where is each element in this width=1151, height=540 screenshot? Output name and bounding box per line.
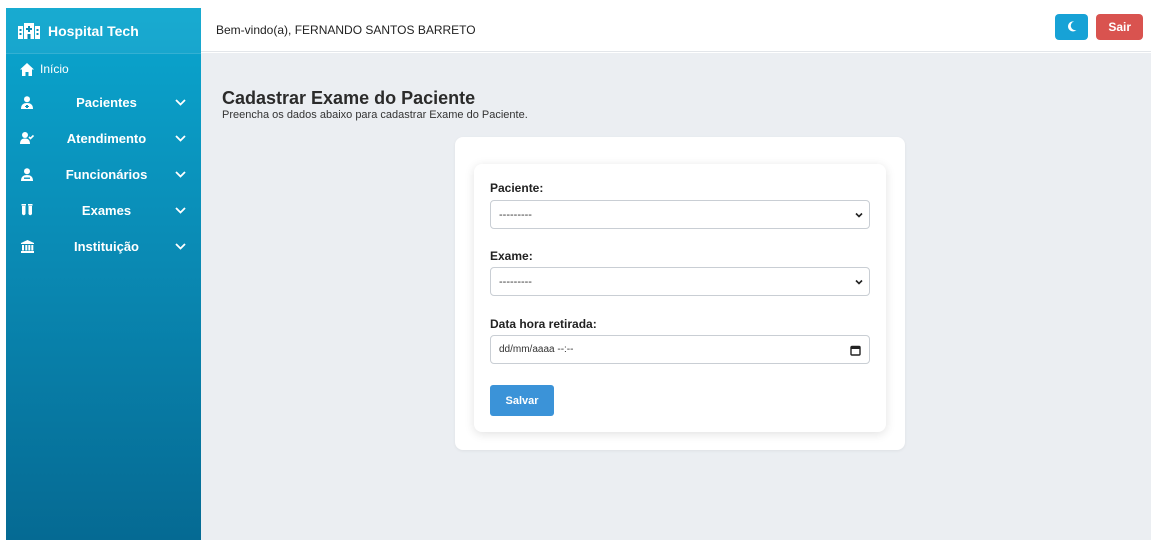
logout-button[interactable]: Sair: [1096, 14, 1143, 40]
topbar-actions: Sair: [1055, 14, 1143, 40]
moon-icon: [1067, 20, 1077, 35]
exam-form: Paciente: --------- Exame: --------- Dat…: [474, 164, 886, 432]
building-columns-icon: [20, 239, 34, 253]
sidebar-item-funcionarios[interactable]: Funcionários: [6, 156, 201, 192]
patient-label: Paciente:: [490, 181, 544, 195]
sidebar-nav: Início Pacientes Atendimento Funcionário…: [6, 54, 201, 264]
save-button[interactable]: Salvar: [490, 385, 554, 416]
theme-toggle-button[interactable]: [1055, 14, 1089, 40]
sidebar-item-pacientes[interactable]: Pacientes: [6, 84, 201, 120]
sidebar-item-instituicao[interactable]: Instituição: [6, 228, 201, 264]
patient-select[interactable]: ---------: [490, 200, 870, 229]
sidebar-item-label: Atendimento: [66, 130, 147, 146]
patient-select-value: ---------: [499, 208, 532, 221]
calendar-icon[interactable]: [850, 345, 861, 356]
datetime-label: Data hora retirada:: [490, 317, 597, 331]
home-icon: [20, 62, 34, 76]
exam-select[interactable]: ---------: [490, 267, 870, 296]
sidebar-item-label: Funcionários: [65, 166, 148, 182]
sidebar-item-atendimento[interactable]: Atendimento: [6, 120, 201, 156]
brand[interactable]: Hospital Tech: [6, 8, 201, 54]
chevron-down-icon[interactable]: [173, 95, 187, 109]
welcome-message: Bem-vindo(a), FERNANDO SANTOS BARRETO: [216, 22, 476, 37]
sidebar-item-inicio[interactable]: Início: [6, 54, 201, 84]
exam-select-value: ---------: [499, 275, 532, 288]
topbar: Bem-vindo(a), FERNANDO SANTOS BARRETO Sa…: [201, 8, 1151, 52]
brand-title: Hospital Tech: [48, 22, 139, 39]
chevron-down-icon[interactable]: [173, 131, 187, 145]
hospital-icon: [18, 22, 40, 39]
main-content: Cadastrar Exame do Paciente Preencha os …: [201, 53, 1151, 540]
exam-label: Exame:: [490, 249, 533, 263]
patient-icon: [20, 95, 34, 109]
sidebar-item-label: Instituição: [73, 238, 139, 254]
vials-icon: [20, 203, 34, 217]
chevron-down-icon[interactable]: [173, 203, 187, 217]
page-title: Cadastrar Exame do Paciente: [222, 88, 476, 108]
user-check-icon: [20, 131, 34, 145]
chevron-down-icon[interactable]: [173, 239, 187, 253]
sidebar-item-label: Pacientes: [76, 94, 137, 110]
chevron-down-icon[interactable]: [173, 167, 187, 181]
chevron-down-icon: [854, 277, 864, 287]
sidebar-item-label: Início: [40, 62, 69, 76]
employee-icon: [20, 167, 34, 181]
chevron-down-icon: [854, 210, 864, 220]
page-subtitle: Preencha os dados abaixo para cadastrar …: [222, 109, 528, 121]
sidebar-item-label: Exames: [81, 202, 132, 218]
datetime-input[interactable]: dd/mm/aaaa --:--: [490, 335, 870, 364]
form-container: Paciente: --------- Exame: --------- Dat…: [455, 137, 905, 450]
sidebar: Hospital Tech Início Pacientes Atendimen…: [6, 8, 201, 540]
sidebar-item-exames[interactable]: Exames: [6, 192, 201, 228]
datetime-placeholder: dd/mm/aaaa --:--: [499, 344, 574, 355]
